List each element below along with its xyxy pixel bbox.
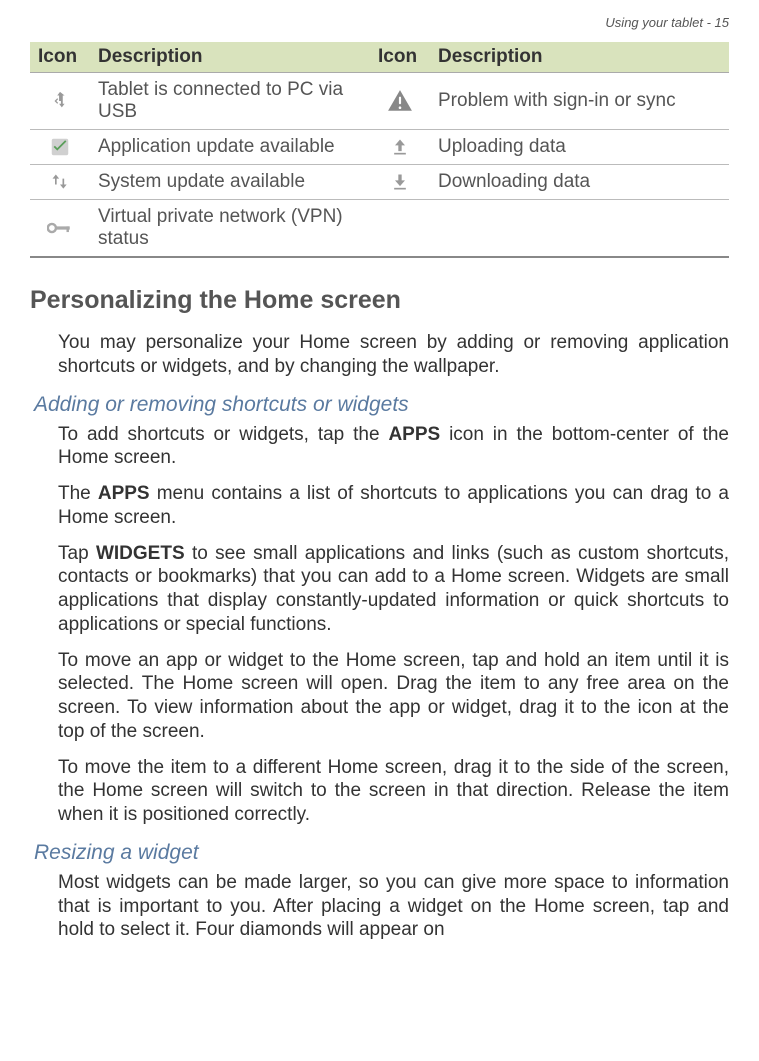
- text-span: The: [58, 483, 98, 504]
- heading-resizing: Resizing a widget: [34, 841, 729, 865]
- warning-icon: [370, 73, 430, 130]
- cell-desc: Tablet is connected to PC via USB: [90, 73, 370, 130]
- table-row: Tablet is connected to PC via USB Proble…: [30, 73, 729, 130]
- paragraph: To move an app or widget to the Home scr…: [58, 649, 729, 744]
- table-row: System update available Downloading data: [30, 165, 729, 200]
- cell-desc: [430, 200, 729, 258]
- table-row: Application update available Uploading d…: [30, 130, 729, 165]
- cell-desc: Downloading data: [430, 165, 729, 200]
- bold-apps: APPS: [388, 424, 440, 445]
- usb-icon: [30, 73, 90, 130]
- text-span: menu contains a list of shortcuts to app…: [58, 483, 729, 528]
- text-span: To add shortcuts or widgets, tap the: [58, 424, 388, 445]
- th-desc-2: Description: [430, 42, 729, 73]
- cell-desc: Uploading data: [430, 130, 729, 165]
- paragraph: To move the item to a different Home scr…: [58, 756, 729, 827]
- cell-desc: Problem with sign-in or sync: [430, 73, 729, 130]
- empty-icon: [370, 200, 430, 258]
- upload-icon: [370, 130, 430, 165]
- paragraph: You may personalize your Home screen by …: [58, 331, 729, 379]
- paragraph: Tap WIDGETS to see small applications an…: [58, 542, 729, 637]
- vpn-key-icon: [30, 200, 90, 258]
- th-icon-1: Icon: [30, 42, 90, 73]
- heading-personalizing: Personalizing the Home screen: [30, 286, 729, 315]
- text-span: Tap: [58, 543, 96, 564]
- download-icon: [370, 165, 430, 200]
- table-row: Virtual private network (VPN) status: [30, 200, 729, 258]
- th-desc-1: Description: [90, 42, 370, 73]
- system-update-icon: [30, 165, 90, 200]
- bold-widgets: WIDGETS: [96, 543, 185, 564]
- cell-desc: Virtual private network (VPN) status: [90, 200, 370, 258]
- bold-apps: APPS: [98, 483, 150, 504]
- cell-desc: System update available: [90, 165, 370, 200]
- paragraph: The APPS menu contains a list of shortcu…: [58, 482, 729, 530]
- cell-desc: Application update available: [90, 130, 370, 165]
- page-header: Using your tablet - 15: [30, 15, 729, 30]
- th-icon-2: Icon: [370, 42, 430, 73]
- heading-adding-removing: Adding or removing shortcuts or widgets: [34, 393, 729, 417]
- icon-description-table: Icon Description Icon Description Tablet…: [30, 42, 729, 258]
- paragraph: Most widgets can be made larger, so you …: [58, 871, 729, 942]
- paragraph: To add shortcuts or widgets, tap the APP…: [58, 423, 729, 471]
- update-available-icon: [30, 130, 90, 165]
